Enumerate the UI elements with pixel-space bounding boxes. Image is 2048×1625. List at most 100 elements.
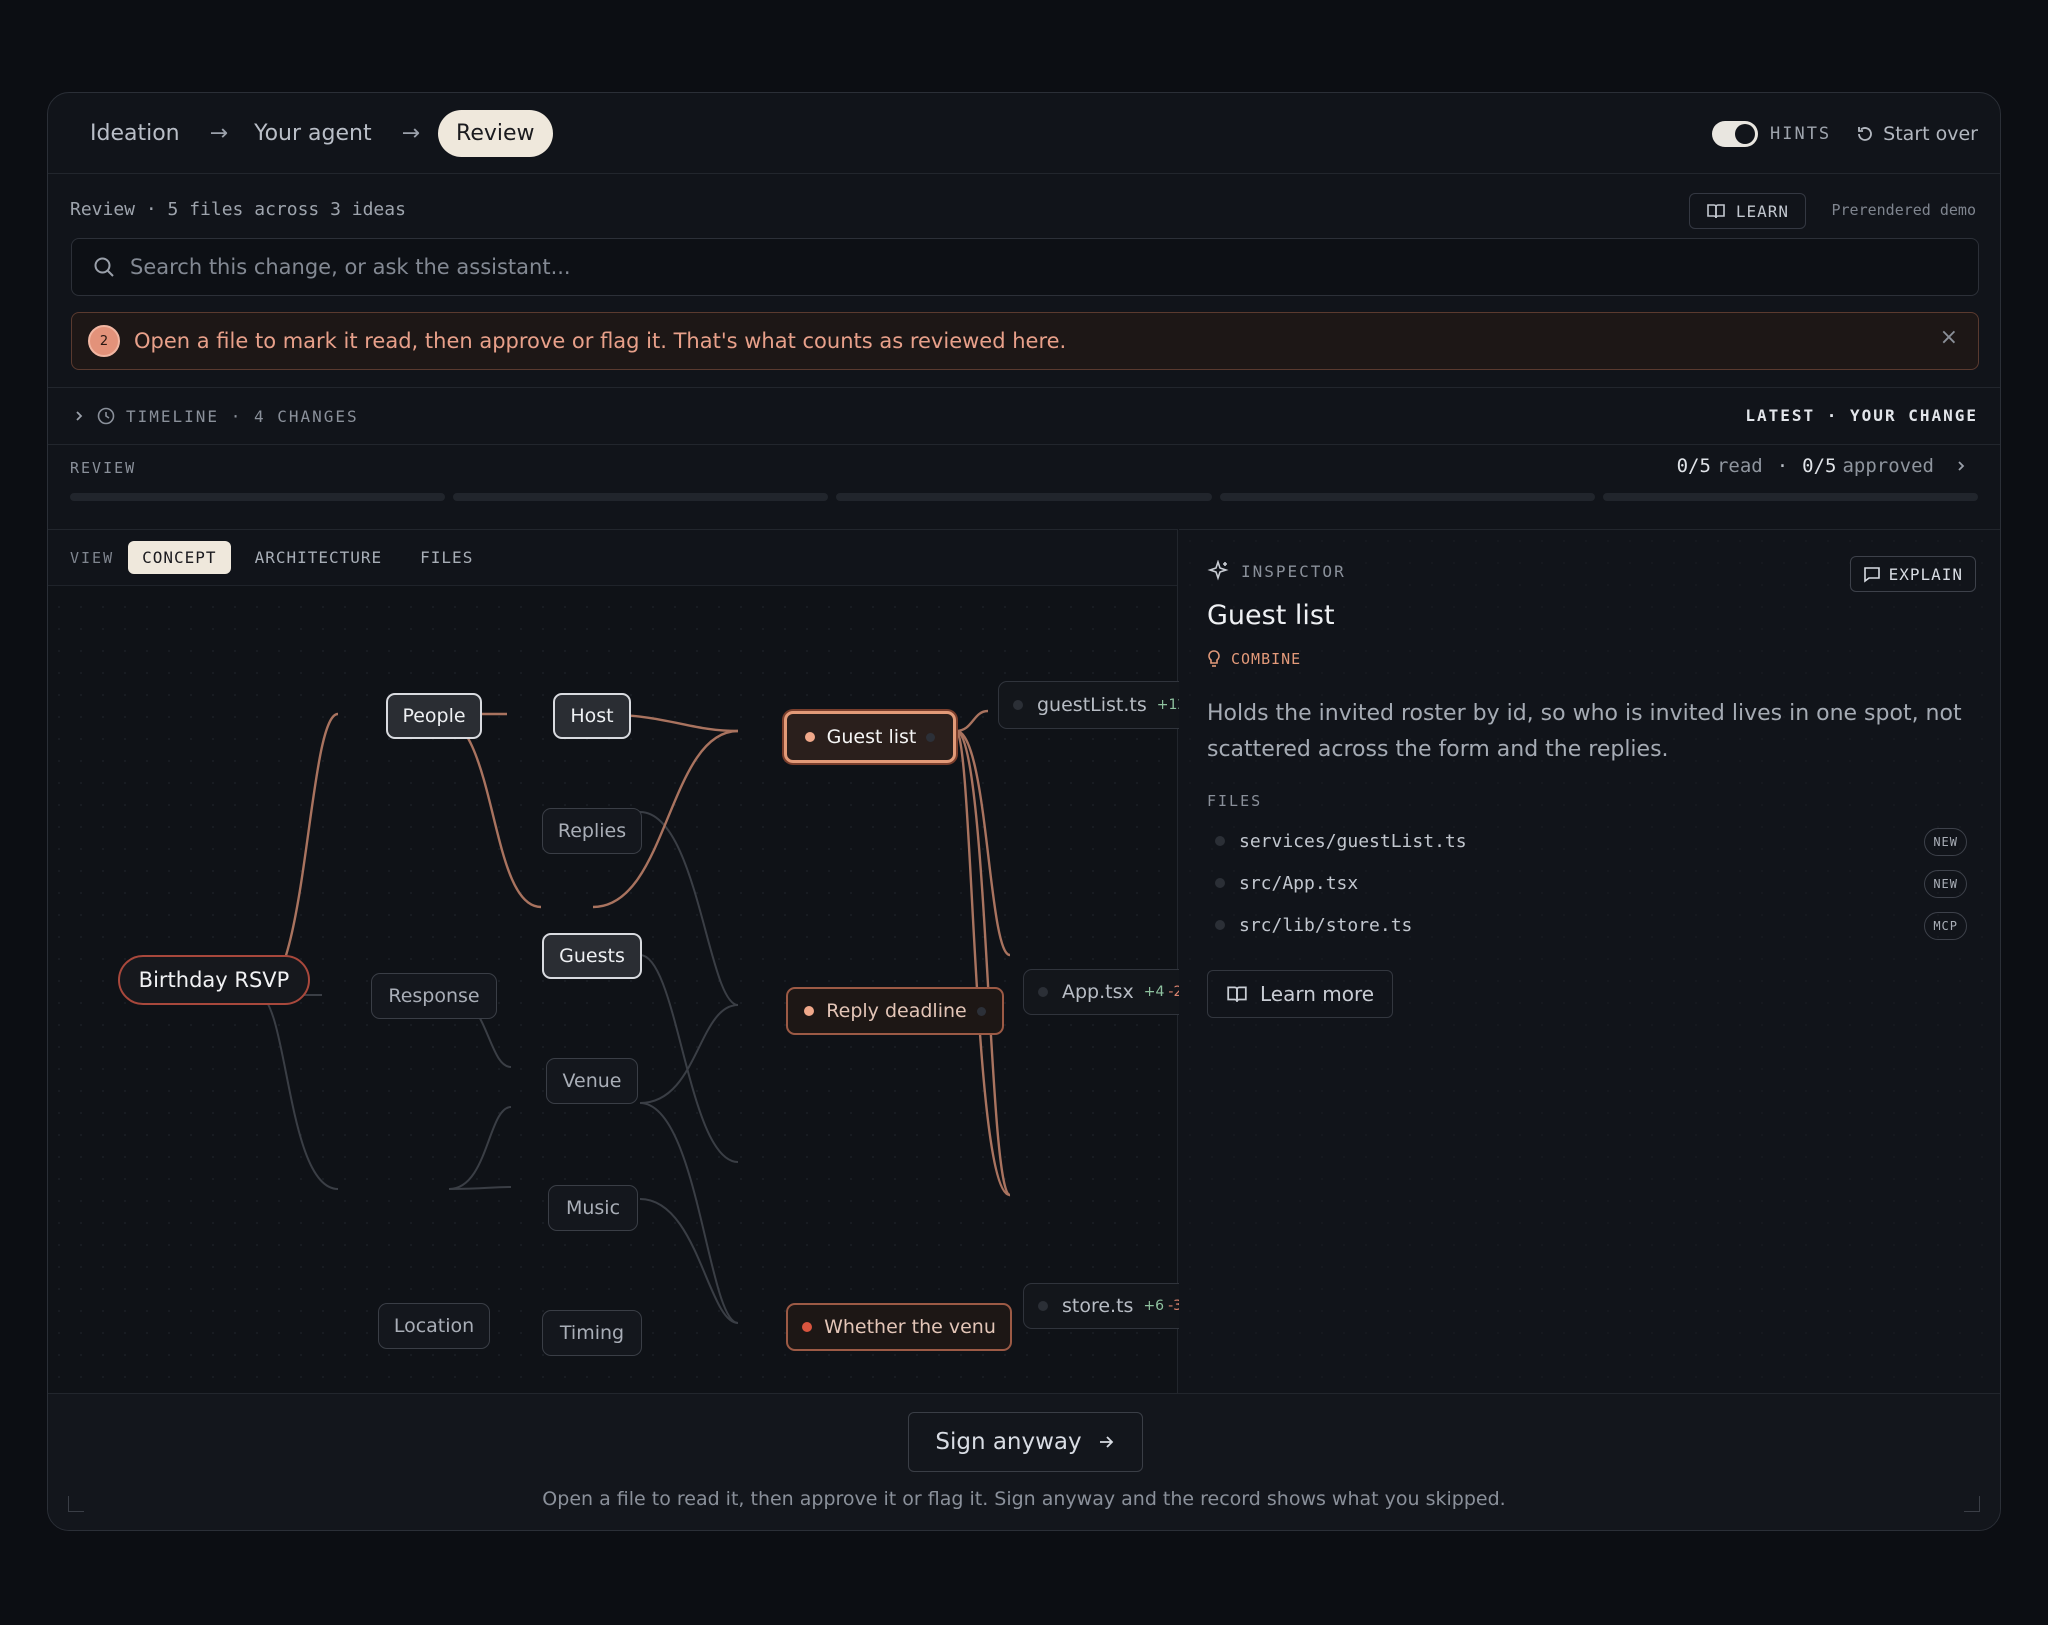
restart-icon: [1858, 127, 1873, 141]
list-item[interactable]: services/guestList.ts NEW: [1207, 820, 1967, 862]
search-icon: [94, 257, 114, 277]
book-icon: [1227, 986, 1247, 1002]
tab-architecture[interactable]: ARCHITECTURE: [241, 541, 397, 574]
step-your-agent[interactable]: Your agent: [254, 121, 372, 146]
progress-segment: [1602, 493, 1979, 501]
graph-edge-active: [954, 729, 1011, 1197]
sign-anyway-button[interactable]: Sign anyway: [908, 1412, 1143, 1472]
tab-files[interactable]: FILES: [406, 541, 487, 574]
review-summary: Review · 5 files across 3 ideas: [70, 199, 406, 220]
graph-node-file[interactable]: App.tsx +4 -2: [1023, 969, 1203, 1015]
graph-node-root[interactable]: Birthday RSVP: [118, 955, 310, 1005]
read-label: read: [1716, 455, 1763, 477]
timeline-label: TIMELINE · 4 CHANGES: [126, 406, 359, 426]
frame-corner: [1964, 1496, 1980, 1512]
approved-label: approved: [1842, 455, 1934, 477]
progress-segments: [70, 493, 1979, 501]
timeline-latest: LATEST · YOUR CHANGE: [1745, 406, 1978, 425]
graph-node-file[interactable]: store.ts +6 -3: [1023, 1283, 1203, 1329]
chevron-right-icon[interactable]: [72, 409, 86, 423]
additions-count: +6: [1143, 1298, 1165, 1314]
status-dot: [926, 732, 936, 742]
learn-more-button[interactable]: Learn more: [1207, 970, 1394, 1018]
hints-toggle[interactable]: [1711, 121, 1758, 147]
file-badge: NEW: [1924, 828, 1967, 856]
graph-edge-active: [259, 712, 339, 997]
graph-node-group[interactable]: Location: [378, 1303, 490, 1349]
graph-node-idea[interactable]: Venue: [546, 1058, 638, 1104]
inspector-panel: INSPECTOR EXPLAIN Guest list COMBINE Hol…: [1179, 529, 2000, 1393]
status-dot: [804, 732, 815, 742]
start-over-button[interactable]: Start over: [1855, 123, 1978, 145]
review-window: Ideation → Your agent → Review HINTS Sta…: [47, 92, 2001, 1531]
learn-button[interactable]: LEARN: [1688, 193, 1806, 229]
concept-label: Whether the venu: [824, 1316, 996, 1338]
file-name: store.ts: [1062, 1295, 1134, 1317]
graph-node-concept[interactable]: Reply deadline: [786, 987, 1004, 1035]
file-path: src/lib/store.ts: [1239, 914, 1413, 936]
book-icon: [1707, 204, 1725, 219]
graph-node-file[interactable]: guestList.ts +12: [998, 681, 1204, 729]
concept-tag: COMBINE: [1207, 650, 1301, 668]
graph-node-concept[interactable]: Whether the venu: [786, 1303, 1012, 1351]
step-arrow-icon: →: [401, 120, 421, 146]
explain-button[interactable]: EXPLAIN: [1849, 556, 1976, 592]
concept-graph: Birthday RSVP People Response Location H…: [48, 587, 1204, 1394]
graph-node-concept-selected[interactable]: Guest list: [784, 711, 956, 763]
list-item[interactable]: src/lib/store.ts MCP: [1207, 904, 1967, 946]
review-header: Review · 5 files across 3 ideas LEARN Pr…: [70, 193, 1980, 233]
step-review[interactable]: Review: [438, 109, 553, 157]
status-dot: [802, 1322, 813, 1332]
timeline-bar[interactable]: TIMELINE · 4 CHANGES LATEST · YOUR CHANG…: [48, 387, 2000, 445]
concept-tag-label: COMBINE: [1231, 650, 1302, 668]
tab-concept[interactable]: CONCEPT: [128, 541, 231, 574]
graph-node-idea[interactable]: Timing: [542, 1310, 642, 1356]
status-dot: [976, 1006, 986, 1016]
list-item[interactable]: src/App.tsx NEW: [1207, 862, 1967, 904]
search-placeholder: Search this change, or ask the assistant…: [130, 255, 571, 279]
footer-note: Open a file to read it, then approve it …: [542, 1488, 1506, 1510]
close-icon[interactable]: ×: [1940, 325, 1958, 350]
file-badge: NEW: [1924, 870, 1967, 898]
review-progress: REVIEW 0/5 read · 0/5 approved: [70, 455, 1979, 509]
file-badge: MCP: [1924, 912, 1967, 940]
sign-anyway-label: Sign anyway: [935, 1429, 1082, 1455]
chevron-right-icon[interactable]: [1954, 459, 1968, 473]
review-label: REVIEW: [70, 459, 137, 477]
view-label: VIEW: [70, 548, 115, 567]
hint-banner: 2 Open a file to mark it read, then appr…: [71, 312, 1979, 370]
graph-node-idea[interactable]: Guests: [542, 933, 642, 979]
graph-edge-active: [955, 709, 989, 733]
files-label: FILES: [1207, 792, 1263, 810]
hints-label: HINTS: [1769, 124, 1832, 144]
read-count: 0/5: [1676, 455, 1711, 477]
count-separator: ·: [1776, 455, 1789, 477]
sparkle-icon: [1207, 560, 1229, 581]
graph-edge: [259, 994, 339, 1190]
inspector-file-list: services/guestList.ts NEW src/App.tsx NE…: [1207, 820, 1967, 946]
graph-node-group[interactable]: Response: [371, 973, 497, 1019]
graph-node-idea[interactable]: Host: [553, 693, 631, 739]
status-dot: [1215, 878, 1225, 888]
approved-count: 0/5: [1802, 455, 1837, 477]
status-dot: [1013, 700, 1023, 710]
step-nav: Ideation → Your agent → Review HINTS Sta…: [48, 93, 2000, 174]
status-dot: [1215, 836, 1225, 846]
clock-icon: [97, 407, 115, 425]
file-name: guestList.ts: [1037, 694, 1147, 716]
step-ideation[interactable]: Ideation: [90, 121, 180, 146]
file-path: services/guestList.ts: [1239, 830, 1467, 852]
search-input[interactable]: Search this change, or ask the assistant…: [71, 238, 1979, 296]
explain-label: EXPLAIN: [1888, 564, 1963, 584]
review-counts[interactable]: 0/5 read · 0/5 approved: [1677, 455, 1968, 477]
graph-node-group[interactable]: People: [386, 693, 482, 739]
status-dot: [1215, 920, 1225, 930]
learn-label: LEARN: [1735, 201, 1789, 221]
concept-label: Reply deadline: [826, 1000, 967, 1022]
inspector-description: Holds the invited roster by id, so who i…: [1207, 701, 1962, 762]
progress-segment: [453, 493, 829, 501]
status-dot: [1038, 1301, 1048, 1311]
graph-node-idea[interactable]: Replies: [542, 808, 642, 854]
graph-node-idea[interactable]: Music: [548, 1185, 638, 1231]
concept-label: Guest list: [826, 726, 917, 748]
